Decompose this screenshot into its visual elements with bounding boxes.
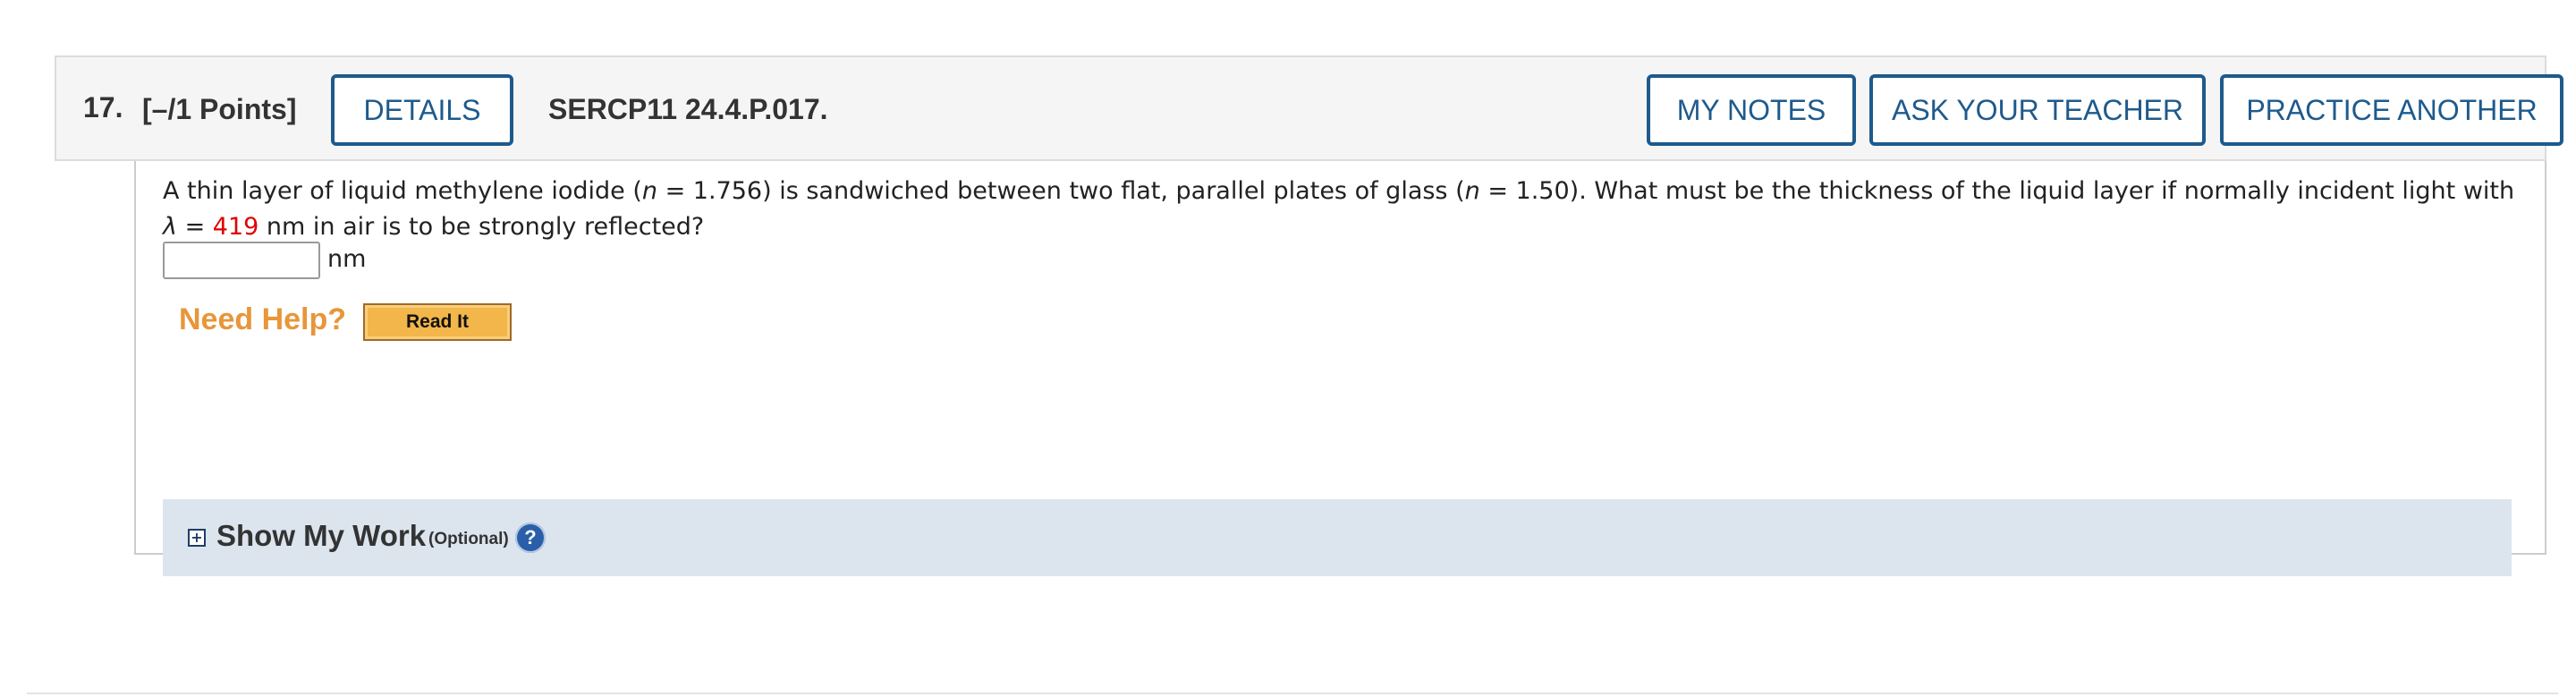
question-prompt: A thin layer of liquid methylene iodide … [163, 174, 2524, 245]
question-code: SERCP11 24.4.P.017. [548, 93, 828, 125]
n-symbol: n [1464, 177, 1480, 205]
prompt-text: = [176, 213, 213, 241]
my-notes-button[interactable]: MY NOTES [1647, 74, 1856, 146]
ask-your-teacher-button[interactable]: ASK YOUR TEACHER [1869, 74, 2206, 146]
details-button[interactable]: DETAILS [331, 74, 513, 146]
show-my-work-title[interactable]: Show My Work [216, 519, 426, 553]
question-points: [–/1 Points] [142, 93, 297, 125]
question-number: 17. [83, 91, 123, 123]
question-header: 17. [–/1 Points] DETAILS SERCP11 24.4.P.… [55, 55, 2563, 161]
answer-input[interactable] [163, 242, 320, 279]
expand-icon[interactable]: + [188, 529, 206, 547]
question-17: 17. [–/1 Points] DETAILS SERCP11 24.4.P.… [55, 55, 2563, 576]
wavelength-value: 419 [212, 213, 259, 241]
prompt-text: = 1.50). What must be the thickness of t… [1479, 177, 2515, 205]
practice-another-button[interactable]: PRACTICE ANOTHER [2220, 74, 2563, 146]
question-body: A thin layer of liquid methylene iodide … [134, 161, 2546, 576]
optional-label: (Optional) [428, 530, 509, 548]
bottom-divider [27, 693, 2558, 694]
prompt-text: A thin layer of liquid methylene iodide … [163, 177, 642, 205]
prompt-text: nm in air is to be strongly reflected? [258, 213, 705, 241]
n-symbol: n [641, 177, 658, 205]
show-my-work-panel: + Show My Work (Optional) ? [163, 499, 2512, 576]
help-icon[interactable]: ? [515, 523, 546, 553]
answer-unit: nm [327, 245, 367, 273]
lambda-symbol: λ [163, 213, 177, 241]
read-it-button[interactable]: Read It [363, 303, 512, 341]
need-help-label: Need Help? [179, 302, 347, 336]
prompt-text: = 1.756) is sandwiched between two flat,… [657, 177, 1465, 205]
